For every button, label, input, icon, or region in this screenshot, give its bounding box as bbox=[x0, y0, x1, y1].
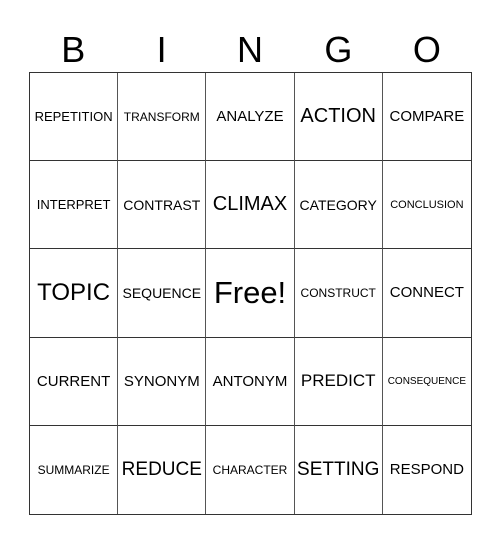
free-space-cell[interactable]: Free! bbox=[206, 249, 295, 338]
bingo-cell[interactable]: CHARACTER bbox=[206, 425, 295, 514]
bingo-cell[interactable]: REDUCE bbox=[118, 425, 207, 514]
bingo-cell[interactable]: CONCLUSION bbox=[382, 161, 471, 250]
bingo-cell[interactable]: TRANSFORM bbox=[118, 73, 207, 162]
bingo-cell[interactable]: RESPOND bbox=[383, 426, 471, 514]
bingo-cell[interactable]: ANALYZE bbox=[206, 73, 295, 162]
bingo-cell[interactable]: TOPIC bbox=[30, 249, 119, 338]
bingo-cell[interactable]: ANTONYM bbox=[206, 337, 295, 426]
header-letter-i: I bbox=[156, 29, 167, 70]
bingo-cell[interactable]: INTERPRET bbox=[30, 161, 119, 250]
bingo-cell[interactable]: ACTION bbox=[294, 73, 383, 162]
bingo-cell[interactable]: CLIMAX bbox=[206, 161, 295, 250]
bingo-cell[interactable]: REPETITION bbox=[30, 73, 119, 162]
bingo-cell[interactable]: SUMMARIZE bbox=[30, 425, 119, 514]
bingo-cell[interactable]: COMPARE bbox=[382, 73, 471, 162]
bingo-cell[interactable]: SEQUENCE bbox=[118, 249, 207, 338]
bingo-cell[interactable]: CONTRAST bbox=[118, 161, 207, 250]
bingo-cell[interactable]: CURRENT bbox=[30, 337, 119, 426]
bingo-header: B I N G O bbox=[29, 28, 471, 72]
header-letter-n: N bbox=[237, 29, 264, 70]
bingo-grid: REPETITION TRANSFORM ANALYZE ACTION COMP… bbox=[29, 72, 472, 515]
bingo-cell[interactable]: CONSTRUCT bbox=[294, 249, 383, 338]
bingo-cell[interactable]: CONSEQUENCE bbox=[382, 338, 471, 426]
header-letter-g: G bbox=[324, 29, 353, 70]
bingo-cell[interactable]: PREDICT bbox=[294, 337, 383, 426]
bingo-cell[interactable]: SETTING bbox=[295, 425, 383, 514]
bingo-cell[interactable]: CATEGORY bbox=[294, 161, 383, 250]
bingo-cell[interactable]: SYNONYM bbox=[118, 337, 207, 426]
header-letter-o: O bbox=[412, 29, 441, 70]
bingo-cell[interactable]: CONNECT bbox=[382, 249, 471, 338]
header-letter-b: B bbox=[61, 29, 86, 70]
